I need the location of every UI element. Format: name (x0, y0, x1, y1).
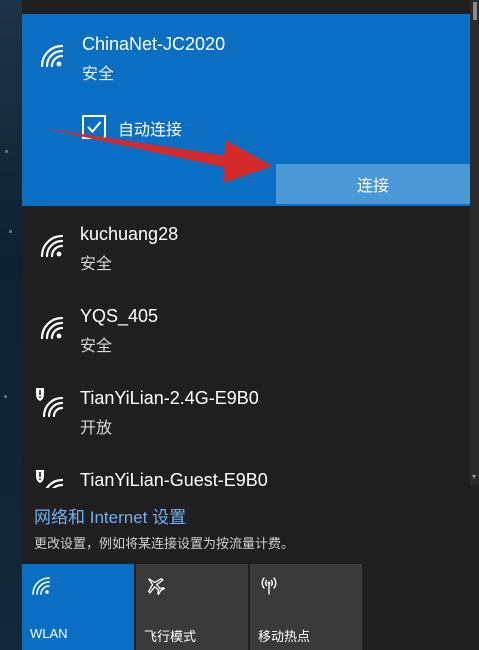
selected-network-item[interactable]: ChinaNet-JC2020 安全 自动连接 连接 (22, 14, 470, 206)
network-status: 安全 (82, 66, 115, 83)
airplane-icon (147, 577, 166, 596)
connect-button[interactable]: 连接 (276, 164, 470, 204)
wifi-open-shield-icon (36, 388, 64, 418)
network-item[interactable]: YQS_405 安全 (22, 294, 470, 376)
network-name: TianYiLian-Guest-E9B0 (80, 470, 268, 488)
network-item[interactable]: TianYiLian-Guest-E9B0 (22, 458, 470, 488)
checkmark-icon (87, 121, 102, 133)
scrollbar-thumb[interactable] (473, 2, 477, 20)
wifi-signal-icon (40, 234, 64, 258)
network-settings-link[interactable]: 网络和 Internet 设置 (34, 503, 186, 528)
network-item[interactable]: kuchuang28 安全 (22, 212, 470, 294)
mobile-hotspot-tile[interactable]: 移动热点 (250, 564, 362, 650)
wifi-signal-icon (40, 44, 64, 68)
desktop-background (0, 0, 22, 650)
tile-label: WLAN (30, 626, 68, 641)
auto-connect-checkbox[interactable] (82, 115, 106, 139)
desktop-dot (4, 395, 7, 398)
network-name: TianYiLian-2.4G-E9B0 (80, 388, 259, 408)
auto-connect-label: 自动连接 (118, 122, 183, 139)
hotspot-icon (261, 577, 277, 595)
wifi-open-shield-icon (36, 470, 64, 488)
network-name: ChinaNet-JC2020 (82, 34, 226, 54)
network-flyout: ChinaNet-JC2020 安全 自动连接 连接 kuchuang28 安全 (22, 0, 479, 650)
scrollbar[interactable]: ▾ (470, 0, 479, 485)
wifi-icon (32, 577, 50, 595)
network-status: 开放 (80, 420, 113, 437)
wlan-tile[interactable]: WLAN (22, 564, 134, 650)
network-item[interactable]: TianYiLian-2.4G-E9B0 开放 (22, 376, 470, 458)
network-status: 安全 (80, 338, 113, 355)
network-name: YQS_405 (80, 306, 159, 326)
desktop-dot (9, 230, 12, 233)
network-name: kuchuang28 (80, 224, 179, 244)
desktop-dot (5, 150, 8, 153)
network-status: 安全 (80, 256, 113, 273)
wifi-signal-icon (40, 316, 64, 340)
scroll-down-arrow-icon[interactable]: ▾ (470, 472, 478, 482)
tile-label: 移动热点 (258, 629, 311, 644)
airplane-mode-tile[interactable]: 飞行模式 (136, 564, 248, 650)
network-settings-description: 更改设置，例如将某连接设置为按流量计费。 (34, 536, 295, 551)
tile-label: 飞行模式 (144, 629, 197, 644)
